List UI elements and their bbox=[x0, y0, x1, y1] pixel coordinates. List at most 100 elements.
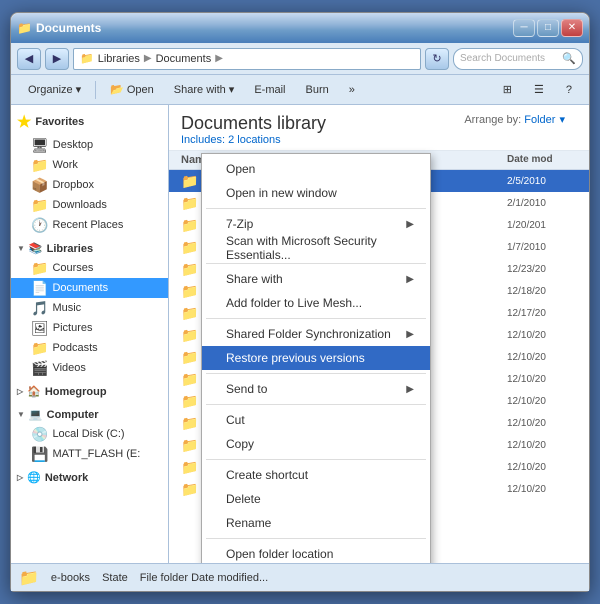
title-bar: 📁 Documents ─ □ ✕ bbox=[11, 13, 589, 43]
sidebar-item-dropbox[interactable]: 📦 Dropbox bbox=[11, 175, 168, 195]
podcasts-icon: 📁 bbox=[31, 340, 48, 357]
search-box[interactable]: Search Documents 🔍 bbox=[453, 48, 583, 70]
matt-flash-icon: 💾 bbox=[31, 446, 48, 463]
open-button[interactable]: 📂 Open bbox=[101, 79, 163, 101]
share-with-label: Share with bbox=[174, 84, 226, 96]
libraries-header[interactable]: ▼ 📚 Libraries bbox=[11, 239, 168, 258]
arrange-by-button[interactable]: Folder ▾ bbox=[524, 113, 565, 126]
help-button[interactable]: ? bbox=[557, 79, 581, 101]
ctx-cut[interactable]: Cut bbox=[202, 408, 430, 432]
email-button[interactable]: E-mail bbox=[245, 79, 294, 101]
sidebar-item-courses[interactable]: 📁 Courses bbox=[11, 258, 168, 278]
date-2: 1/20/201 bbox=[507, 220, 577, 231]
maximize-button[interactable]: □ bbox=[537, 19, 559, 37]
ctx-rename[interactable]: Rename bbox=[202, 511, 430, 535]
burn-button[interactable]: Burn bbox=[296, 79, 337, 101]
content-header: Documents library Includes: 2 locations … bbox=[169, 105, 589, 151]
status-bar: 📁 e-books State File folder Date modifie… bbox=[11, 563, 589, 591]
sidebar-item-recent-places[interactable]: 🕐 Recent Places bbox=[11, 215, 168, 235]
sidebar-item-videos[interactable]: 🎬 Videos bbox=[11, 358, 168, 378]
date-11: 12/10/20 bbox=[507, 418, 577, 429]
arrange-chevron-icon: ▾ bbox=[559, 113, 565, 126]
sidebar-item-matt-flash[interactable]: 💾 MATT_FLASH (E: bbox=[11, 444, 168, 464]
address-path[interactable]: 📁 Libraries ▶ Documents ▶ bbox=[73, 48, 421, 70]
work-label: Work bbox=[52, 159, 77, 171]
ctx-shared-sync-arrow: ▶ bbox=[406, 329, 414, 340]
sidebar-item-work[interactable]: 📁 Work bbox=[11, 155, 168, 175]
details-button[interactable]: ☰ bbox=[525, 79, 553, 101]
ctx-scan[interactable]: Scan with Microsoft Security Essentials.… bbox=[202, 236, 430, 260]
address-bar: ◀ ▶ 📁 Libraries ▶ Documents ▶ ↻ Search D… bbox=[11, 43, 589, 75]
refresh-button[interactable]: ↻ bbox=[425, 48, 449, 70]
ctx-open-new-window[interactable]: Open in new window bbox=[202, 181, 430, 205]
date-1: 2/1/2010 bbox=[507, 198, 577, 209]
ctx-create-shortcut[interactable]: Create shortcut bbox=[202, 463, 430, 487]
sidebar-item-music[interactable]: 🎵 Music bbox=[11, 298, 168, 318]
share-with-button[interactable]: Share with ▾ bbox=[165, 79, 244, 101]
matt-flash-label: MATT_FLASH (E: bbox=[52, 448, 140, 460]
courses-label: Courses bbox=[52, 262, 93, 274]
col-date-header: Date mod bbox=[507, 154, 577, 166]
computer-icon: 💻 bbox=[29, 408, 43, 421]
organize-button[interactable]: Organize ▾ bbox=[19, 79, 90, 101]
organize-arrow: ▾ bbox=[76, 83, 82, 96]
open-label: Open bbox=[127, 84, 154, 96]
local-disk-label: Local Disk (C:) bbox=[52, 428, 124, 440]
ctx-sep-6 bbox=[206, 459, 426, 460]
ctx-send-to[interactable]: Send to ▶ bbox=[202, 377, 430, 401]
folder-icon-9: 📁 bbox=[181, 371, 199, 388]
date-5: 12/18/20 bbox=[507, 286, 577, 297]
network-header[interactable]: ▷ 🌐 Network bbox=[11, 468, 168, 487]
triangle-homegroup: ▷ bbox=[17, 387, 23, 396]
homegroup-label: Homegroup bbox=[45, 386, 107, 398]
ctx-copy[interactable]: Copy bbox=[202, 432, 430, 456]
ctx-restore[interactable]: Restore previous versions bbox=[202, 346, 430, 370]
network-section: ▷ 🌐 Network bbox=[11, 468, 168, 487]
view-button[interactable]: ⊞ bbox=[494, 79, 521, 101]
sidebar-item-podcasts[interactable]: 📁 Podcasts bbox=[11, 338, 168, 358]
ctx-send-to-label: Send to bbox=[226, 382, 267, 396]
date-4: 12/23/20 bbox=[507, 264, 577, 275]
ctx-open-folder-location[interactable]: Open folder location bbox=[202, 542, 430, 563]
folder-icon-14: 📁 bbox=[181, 481, 199, 498]
date-ebooks: 2/5/2010 bbox=[507, 176, 577, 187]
library-subtitle: Includes: 2 locations bbox=[181, 134, 326, 146]
sidebar-item-local-disk[interactable]: 💿 Local Disk (C:) bbox=[11, 424, 168, 444]
sidebar-item-desktop[interactable]: 🖥 Desktop bbox=[11, 135, 168, 155]
homegroup-header[interactable]: ▷ 🏠 Homegroup bbox=[11, 382, 168, 401]
ctx-add-live-mesh[interactable]: Add folder to Live Mesh... bbox=[202, 291, 430, 315]
library-info: Documents library Includes: 2 locations bbox=[181, 113, 326, 146]
folder-icon-10: 📁 bbox=[181, 393, 199, 410]
close-button[interactable]: ✕ bbox=[561, 19, 583, 37]
dropbox-icon: 📦 bbox=[31, 177, 48, 194]
sidebar-item-documents[interactable]: 📄 Documents bbox=[11, 278, 168, 298]
sidebar-item-pictures[interactable]: 🖼 Pictures bbox=[11, 318, 168, 338]
documents-label: Documents bbox=[52, 282, 108, 294]
libraries-header-icon: 📚 bbox=[29, 242, 43, 255]
more-button[interactable]: » bbox=[340, 79, 364, 101]
favorites-section: ★ Favorites 🖥 Desktop 📁 Work 📦 Dropbox 📁 bbox=[11, 109, 168, 235]
path-libraries: Libraries bbox=[98, 53, 140, 65]
pictures-label: Pictures bbox=[53, 322, 93, 334]
triangle-network: ▷ bbox=[17, 473, 23, 482]
ctx-open[interactable]: Open bbox=[202, 157, 430, 181]
triangle-computer: ▼ bbox=[17, 410, 25, 419]
arrange-label: Arrange by: bbox=[464, 114, 521, 126]
ctx-delete[interactable]: Delete bbox=[202, 487, 430, 511]
window-icon: 📁 bbox=[17, 21, 32, 35]
ctx-7zip[interactable]: 7-Zip ▶ bbox=[202, 212, 430, 236]
ctx-share-with[interactable]: Share with ▶ bbox=[202, 267, 430, 291]
date-6: 12/17/20 bbox=[507, 308, 577, 319]
ctx-shared-sync[interactable]: Shared Folder Synchronization ▶ bbox=[202, 322, 430, 346]
back-button[interactable]: ◀ bbox=[17, 48, 41, 70]
sidebar-item-downloads[interactable]: 📁 Downloads bbox=[11, 195, 168, 215]
path-documents: Documents bbox=[156, 53, 212, 65]
minimize-button[interactable]: ─ bbox=[513, 19, 535, 37]
downloads-label: Downloads bbox=[52, 199, 106, 211]
date-8: 12/10/20 bbox=[507, 352, 577, 363]
forward-button[interactable]: ▶ bbox=[45, 48, 69, 70]
music-icon: 🎵 bbox=[31, 300, 48, 317]
favorites-header[interactable]: ★ Favorites bbox=[11, 109, 168, 135]
computer-header[interactable]: ▼ 💻 Computer bbox=[11, 405, 168, 424]
videos-icon: 🎬 bbox=[31, 360, 48, 377]
